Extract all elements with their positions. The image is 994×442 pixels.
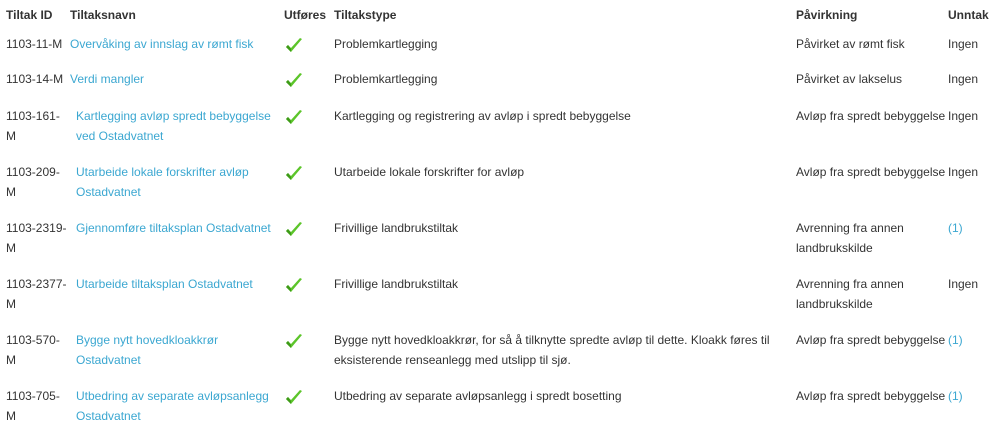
table-row: 1103-570-M Bygge nytt hovedkloakkrør Ost… <box>6 330 994 386</box>
measure-type: Frivillige landbrukstiltak <box>334 277 459 291</box>
measure-name-link[interactable]: Verdi mangler <box>70 69 284 89</box>
measure-name-link[interactable]: Kartlegging avløp spredt bebyggelse ved … <box>70 106 284 146</box>
column-header-name[interactable]: Tiltaksnavn <box>70 0 284 32</box>
exception-link[interactable]: (1) <box>948 389 963 403</box>
exception: Ingen <box>948 109 979 123</box>
header-row: Tiltak ID Tiltaksnavn Utføres Tiltakstyp… <box>6 0 994 32</box>
exception: Ingen <box>948 277 979 291</box>
measure-type: Kartlegging og registrering av avløp i s… <box>334 109 631 123</box>
measure-type: Frivillige landbrukstiltak <box>334 221 459 235</box>
table-row: 1103-11-M Overvåking av innslag av rømt … <box>6 32 994 69</box>
measure-id: 1103-570-M <box>6 333 60 367</box>
measure-name-cell: Bygge nytt hovedkloakkrør Ostadvatnet <box>70 330 284 386</box>
impact: Påvirket av rømt fisk <box>796 37 905 51</box>
executed-cell <box>284 218 334 274</box>
check-icon <box>284 71 304 91</box>
exception-link[interactable]: (1) <box>948 333 963 347</box>
measure-name-cell: Utarbeide lokale forskrifter avløp Ostad… <box>70 162 284 218</box>
table-row: 1103-2377-M Utarbeide tiltaksplan Ostadv… <box>6 274 994 330</box>
check-icon <box>284 276 304 296</box>
executed-cell <box>284 69 334 106</box>
impact: Avløp fra spredt bebyggelse <box>796 333 946 347</box>
executed-cell <box>284 106 334 162</box>
measure-type: Problemkartlegging <box>334 72 438 86</box>
measure-id: 1103-11-M <box>6 37 63 51</box>
exception: Ingen <box>948 72 979 86</box>
check-icon <box>284 164 304 184</box>
check-icon <box>284 36 304 56</box>
table-row: 1103-14-M Verdi mangler Problemkartleggi… <box>6 69 994 106</box>
executed-cell <box>284 274 334 330</box>
executed-cell <box>284 162 334 218</box>
measure-type: Utarbeide lokale forskrifter for avløp <box>334 165 525 179</box>
exception: Ingen <box>948 37 979 51</box>
impact: Påvirket av lakselus <box>796 72 903 86</box>
measure-name-cell: Utbedring av separate avløpsanlegg Ostad… <box>70 386 284 442</box>
measure-id: 1103-2377-M <box>6 277 67 311</box>
measure-name-cell: Kartlegging avløp spredt bebyggelse ved … <box>70 106 284 162</box>
measure-name-link[interactable]: Gjennomføre tiltaksplan Ostadvatnet <box>70 218 284 238</box>
exception-cell: (1) <box>948 218 994 274</box>
measure-name-cell: Utarbeide tiltaksplan Ostadvatnet <box>70 274 284 330</box>
measure-id: 1103-161-M <box>6 109 60 143</box>
column-header-impact[interactable]: Påvirkning <box>796 0 948 32</box>
check-icon <box>284 332 304 352</box>
impact: Avrenning fra annen landbrukskilde <box>796 277 904 311</box>
executed-cell <box>284 386 334 442</box>
table-row: 1103-705-M Utbedring av separate avløpsa… <box>6 386 994 442</box>
measure-id: 1103-705-M <box>6 389 60 423</box>
measure-id: 1103-14-M <box>6 72 64 86</box>
impact: Avløp fra spredt bebyggelse <box>796 165 946 179</box>
measure-type: Problemkartlegging <box>334 37 438 51</box>
executed-cell <box>284 32 334 69</box>
column-header-type[interactable]: Tiltakstype <box>334 0 796 32</box>
table-row: 1103-209-M Utarbeide lokale forskrifter … <box>6 162 994 218</box>
check-icon <box>284 220 304 240</box>
measure-name-link[interactable]: Overvåking av innslag av rømt fisk <box>70 34 284 54</box>
measure-id: 1103-209-M <box>6 165 60 199</box>
exception-cell: (1) <box>948 330 994 386</box>
exception: Ingen <box>948 165 979 179</box>
exception-link[interactable]: (1) <box>948 221 963 235</box>
column-header-id[interactable]: Tiltak ID <box>6 0 70 32</box>
measures-table: Tiltak ID Tiltaksnavn Utføres Tiltakstyp… <box>6 0 994 442</box>
executed-cell <box>284 330 334 386</box>
check-icon <box>284 108 304 128</box>
measure-name-cell: Gjennomføre tiltaksplan Ostadvatnet <box>70 218 284 274</box>
table-row: 1103-161-M Kartlegging avløp spredt beby… <box>6 106 994 162</box>
measure-name-link[interactable]: Utarbeide tiltaksplan Ostadvatnet <box>70 274 284 294</box>
measure-name-link[interactable]: Bygge nytt hovedkloakkrør Ostadvatnet <box>70 330 284 370</box>
column-header-executed[interactable]: Utføres <box>284 0 334 32</box>
measure-type: Utbedring av separate avløpsanlegg i spr… <box>334 389 622 403</box>
impact: Avrenning fra annen landbrukskilde <box>796 221 904 255</box>
column-header-exception[interactable]: Unntak <box>948 0 994 32</box>
impact: Avløp fra spredt bebyggelse <box>796 109 946 123</box>
measure-name-cell: Verdi mangler <box>70 69 284 106</box>
exception-cell: (1) <box>948 386 994 442</box>
table-row: 1103-2319-M Gjennomføre tiltaksplan Osta… <box>6 218 994 274</box>
measure-name-link[interactable]: Utarbeide lokale forskrifter avløp Ostad… <box>70 162 284 202</box>
measure-name-cell: Overvåking av innslag av rømt fisk <box>70 32 284 69</box>
impact: Avløp fra spredt bebyggelse <box>796 389 946 403</box>
measure-name-link[interactable]: Utbedring av separate avløpsanlegg Ostad… <box>70 386 284 426</box>
measure-id: 1103-2319-M <box>6 221 67 255</box>
measure-type: Bygge nytt hovedkloakkrør, for så å tilk… <box>334 333 770 367</box>
check-icon <box>284 388 304 408</box>
